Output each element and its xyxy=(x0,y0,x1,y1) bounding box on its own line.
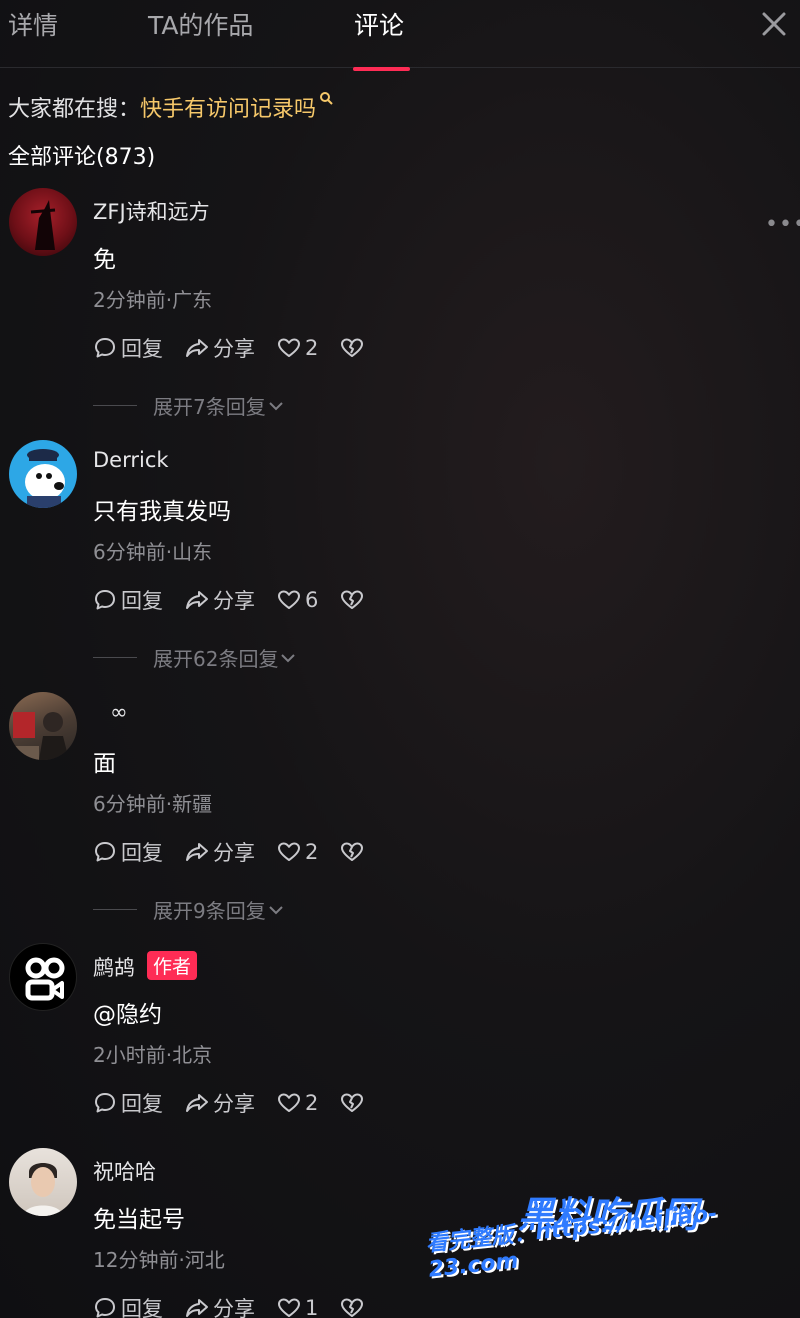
reply-icon xyxy=(95,1093,115,1113)
like-button[interactable]: 1 xyxy=(277,1296,318,1318)
comment-meta: 2分钟前·广东 xyxy=(93,288,213,312)
like-button[interactable]: 2 xyxy=(277,840,318,864)
reply-icon xyxy=(95,842,115,862)
comment-actions: 回复 分享 2 xyxy=(93,1088,390,1118)
chevron-down-icon xyxy=(269,905,283,914)
comment-actions: 回复 分享 2 xyxy=(93,333,390,363)
avatar[interactable] xyxy=(9,440,77,508)
comment-actions: 回复 分享 2 xyxy=(93,837,390,867)
comment-meta: 2小时前·北京 xyxy=(93,1043,213,1067)
comment-meta: 6分钟前·新疆 xyxy=(93,792,213,816)
dislike-button[interactable] xyxy=(340,840,368,864)
share-icon xyxy=(186,843,208,861)
close-icon[interactable] xyxy=(760,10,788,38)
reply-button[interactable]: 回复 xyxy=(93,333,163,363)
share-icon xyxy=(186,591,208,609)
broken-heart-icon xyxy=(341,590,364,609)
share-icon xyxy=(186,1299,208,1317)
share-button[interactable]: 分享 xyxy=(185,585,255,615)
tab-details[interactable]: 详情 xyxy=(8,6,58,42)
avatar[interactable] xyxy=(9,943,77,1011)
search-suggestion-prefix: 大家都在搜： xyxy=(8,97,141,122)
comment-actions: 回复 分享 6 xyxy=(93,585,390,615)
reply-button[interactable]: 回复 xyxy=(93,1293,163,1318)
comment-text: 免当起号 xyxy=(93,1207,185,1233)
comments-count-heading: 全部评论(873) xyxy=(8,145,156,170)
like-count: 1 xyxy=(305,1296,319,1318)
search-icon xyxy=(320,92,333,105)
avatar[interactable] xyxy=(9,188,77,256)
dislike-button[interactable] xyxy=(340,1296,368,1318)
comment-text: 面 xyxy=(93,751,116,777)
broken-heart-icon xyxy=(341,1093,364,1112)
search-suggestion[interactable]: 大家都在搜：快手有访问记录吗 xyxy=(8,91,333,123)
expand-replies-button[interactable]: 展开62条回复 xyxy=(93,643,298,672)
share-button[interactable]: 分享 xyxy=(185,333,255,363)
comment-username[interactable]: ∞ xyxy=(110,700,128,724)
expand-replies-button[interactable]: 展开9条回复 xyxy=(93,895,286,924)
tab-comments[interactable]: 评论 xyxy=(354,6,404,42)
like-count: 2 xyxy=(305,840,319,864)
share-button[interactable]: 分享 xyxy=(185,1088,255,1118)
dislike-button[interactable] xyxy=(340,336,368,360)
comment-username[interactable]: ZFJ诗和远方 xyxy=(93,196,210,226)
like-count: 6 xyxy=(305,588,319,612)
broken-heart-icon xyxy=(341,338,364,357)
share-button[interactable]: 分享 xyxy=(185,837,255,867)
broken-heart-icon xyxy=(341,1298,364,1317)
share-icon xyxy=(186,339,208,357)
like-button[interactable]: 2 xyxy=(277,1091,318,1115)
comment-meta: 12分钟前·河北 xyxy=(93,1248,225,1272)
like-count: 2 xyxy=(305,336,319,360)
reply-button[interactable]: 回复 xyxy=(93,1088,163,1118)
share-button[interactable]: 分享 xyxy=(185,1293,255,1318)
heart-icon xyxy=(278,338,300,357)
reply-button[interactable]: 回复 xyxy=(93,585,163,615)
more-options-icon[interactable]: ••• xyxy=(765,212,800,237)
comment-text: 只有我真发吗 xyxy=(93,499,231,525)
reply-icon xyxy=(95,338,115,358)
comment-username[interactable]: 祝哈哈 xyxy=(93,1156,156,1186)
comment-actions: 回复 分享 1 xyxy=(93,1293,390,1318)
comment-meta: 6分钟前·山东 xyxy=(93,540,213,564)
active-tab-indicator xyxy=(353,67,410,71)
broken-heart-icon xyxy=(341,842,364,861)
like-button[interactable]: 6 xyxy=(277,588,318,612)
comment-username[interactable]: Derrick xyxy=(93,448,169,472)
avatar[interactable] xyxy=(9,1148,77,1216)
dislike-button[interactable] xyxy=(340,588,368,612)
chevron-down-icon xyxy=(281,653,296,662)
tab-bar: 详情 TA的作品 评论 xyxy=(0,0,800,71)
reply-icon xyxy=(95,1298,115,1318)
avatar[interactable] xyxy=(9,692,77,760)
author-badge: 作者 xyxy=(147,951,198,980)
reply-button[interactable]: 回复 xyxy=(93,837,163,867)
search-suggestion-query[interactable]: 快手有访问记录吗 xyxy=(140,97,316,122)
share-icon xyxy=(186,1094,208,1112)
like-count: 2 xyxy=(305,1091,319,1115)
heart-icon xyxy=(278,1298,300,1317)
dislike-button[interactable] xyxy=(340,1091,368,1115)
comment-text: 免 xyxy=(93,247,116,273)
heart-icon xyxy=(278,590,300,609)
tab-works[interactable]: TA的作品 xyxy=(148,6,253,42)
chevron-down-icon xyxy=(269,401,283,410)
like-button[interactable]: 2 xyxy=(277,336,318,360)
expand-replies-button[interactable]: 展开7条回复 xyxy=(93,391,286,420)
heart-icon xyxy=(278,842,300,861)
heart-icon xyxy=(278,1093,300,1112)
reply-icon xyxy=(95,590,115,610)
comment-username[interactable]: 鹧鸪 作者 xyxy=(93,951,198,982)
comment-text: @隐约 xyxy=(93,1002,162,1028)
